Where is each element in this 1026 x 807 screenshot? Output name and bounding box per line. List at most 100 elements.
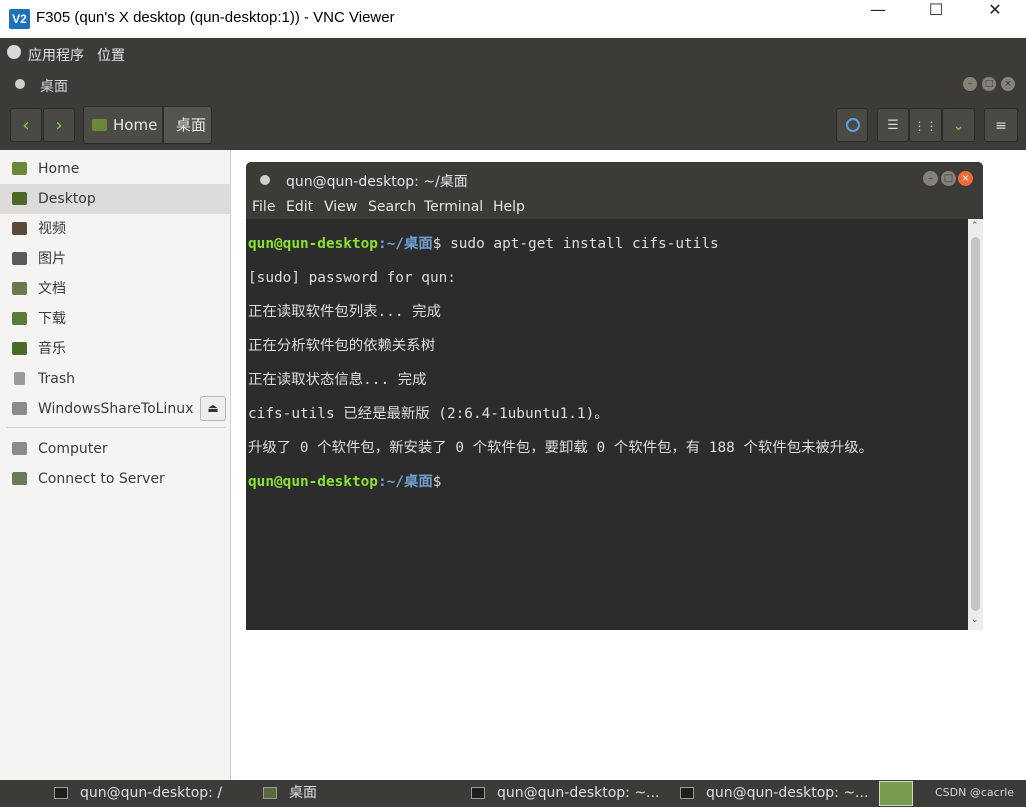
eject-button[interactable]: ⏏ (200, 396, 226, 421)
sidebar-item-label: WindowsShareToLinux (38, 401, 194, 417)
list-view-icon: ☰ (887, 118, 899, 133)
terminal-minimize-button[interactable]: – (923, 171, 938, 186)
music-icon (12, 342, 27, 355)
sidebar-item-pictures[interactable]: 图片 (0, 244, 230, 274)
sidebar-item-label: 文档 (38, 281, 66, 297)
forward-button[interactable]: › (43, 108, 75, 142)
command-text: sudo apt-get install cifs-utils (441, 236, 719, 252)
terminal-icon (54, 787, 68, 799)
task-label: 桌面 (289, 785, 317, 801)
prompt-user: qun@qun-desktop (248, 474, 378, 490)
terminal-window: qun@qun-desktop: ~/桌面 – □ × File Edit Vi… (246, 162, 983, 630)
documents-icon (12, 282, 27, 295)
pictures-icon (12, 252, 27, 265)
terminal-icon (471, 787, 485, 799)
sidebar-item-label: 音乐 (38, 341, 66, 357)
prompt-path: :~/桌面 (377, 474, 433, 490)
scroll-down-icon[interactable]: ⌄ (971, 615, 979, 625)
applications-menu[interactable]: 应用程序 (28, 45, 84, 65)
task-terminal-3[interactable]: qun@qun-desktop: ~... (680, 780, 870, 807)
output-line: 升级了 0 个软件包，新安装了 0 个软件包，要卸载 0 个软件包，有 188 … (248, 440, 873, 456)
grid-view-button[interactable]: ⋮⋮ (909, 108, 942, 142)
search-icon (846, 118, 860, 132)
scroll-up-icon[interactable]: ⌃ (971, 221, 979, 231)
fm-minimize-button[interactable]: – (963, 77, 977, 91)
sidebar-item-label: Computer (38, 441, 108, 457)
computer-icon (12, 442, 27, 455)
task-label: qun@qun-desktop: / (80, 785, 223, 801)
file-manager-title: 桌面 (40, 79, 68, 95)
sidebar-item-music[interactable]: 音乐 (0, 334, 230, 364)
window-title: F305 (qun's X desktop (qun-desktop:1)) -… (36, 9, 395, 26)
menu-view[interactable]: View (324, 199, 357, 215)
breadcrumb-home[interactable]: Home (83, 106, 163, 144)
vnc-logo-icon: V2 (9, 9, 30, 29)
task-file-manager[interactable]: 桌面 (263, 780, 453, 807)
terminal-window-menu-icon[interactable] (260, 175, 270, 185)
sidebar-item-home[interactable]: Home (0, 154, 230, 184)
chevron-down-icon: ⌄ (952, 118, 965, 134)
sidebar-item-documents[interactable]: 文档 (0, 274, 230, 304)
window-menu-icon[interactable] (15, 79, 25, 89)
fm-maximize-button[interactable]: □ (982, 77, 996, 91)
watermark: CSDN @cacrle (935, 786, 1015, 799)
prompt-line: qun@qun-desktop:~/桌面$ sudo apt-get insta… (248, 236, 968, 253)
sidebar-item-network-share[interactable]: WindowsShareToLinux (0, 394, 230, 424)
hamburger-menu-icon: ≡ (995, 118, 1007, 134)
sidebar-item-videos[interactable]: 视频 (0, 214, 230, 244)
menu-file[interactable]: File (252, 199, 275, 215)
task-terminal-2[interactable]: qun@qun-desktop: ~... (471, 780, 661, 807)
apps-menu-icon (7, 45, 21, 59)
back-button[interactable]: ‹ (10, 108, 42, 142)
maximize-button[interactable]: ☐ (913, 0, 959, 38)
sidebar-item-desktop[interactable]: Desktop (0, 184, 230, 214)
terminal-output[interactable]: qun@qun-desktop:~/桌面$ sudo apt-get insta… (246, 219, 968, 630)
sidebar-item-connect-server[interactable]: Connect to Server (0, 464, 230, 494)
breadcrumb-current[interactable]: 桌面 (163, 106, 212, 144)
grid-view-icon: ⋮⋮ (913, 119, 938, 133)
video-icon (12, 222, 27, 235)
sidebar-item-label: Desktop (38, 191, 96, 207)
sidebar-divider (6, 427, 226, 428)
terminal-icon (680, 787, 694, 799)
workspace-switcher[interactable] (879, 781, 913, 806)
prompt-user: qun@qun-desktop (248, 236, 378, 252)
sidebar-item-label: Connect to Server (38, 471, 165, 487)
menu-terminal[interactable]: Terminal (424, 199, 483, 215)
home-folder-icon (92, 119, 107, 131)
sidebar-item-label: 图片 (38, 251, 66, 267)
task-terminal-root[interactable]: qun@qun-desktop: / (54, 780, 244, 807)
breadcrumb-home-label: Home (113, 116, 158, 134)
close-button[interactable]: ✕ (972, 0, 1018, 38)
view-options-button[interactable]: ⌄ (942, 108, 975, 142)
sidebar-item-downloads[interactable]: 下载 (0, 304, 230, 334)
terminal-close-button[interactable]: × (958, 171, 973, 186)
fm-close-button[interactable]: × (1001, 77, 1015, 91)
menu-edit[interactable]: Edit (286, 199, 313, 215)
output-line: [sudo] password for qun: (248, 270, 456, 286)
sidebar-item-label: 下载 (38, 311, 66, 327)
sidebar-item-computer[interactable]: Computer (0, 434, 230, 464)
drive-icon (12, 402, 27, 415)
output-line: 正在分析软件包的依赖关系树 (248, 338, 436, 354)
download-icon (12, 312, 27, 325)
prompt-path: :~/桌面 (377, 236, 433, 252)
search-button[interactable] (836, 108, 868, 142)
app-menu-button[interactable]: ≡ (984, 108, 1018, 142)
top-panel (0, 38, 1026, 68)
minimize-button[interactable]: — (855, 0, 901, 38)
menu-help[interactable]: Help (493, 199, 525, 215)
task-label: qun@qun-desktop: ~... (706, 785, 869, 801)
connect-server-icon (12, 472, 27, 485)
terminal-title: qun@qun-desktop: ~/桌面 (286, 174, 468, 190)
task-label: qun@qun-desktop: ~... (497, 785, 660, 801)
list-view-button[interactable]: ☰ (877, 108, 909, 142)
menu-search[interactable]: Search (368, 199, 416, 215)
terminal-maximize-button[interactable]: □ (941, 171, 956, 186)
breadcrumb-current-label: 桌面 (176, 116, 207, 134)
sidebar-item-trash[interactable]: Trash (0, 364, 230, 394)
places-menu[interactable]: 位置 (97, 45, 125, 65)
terminal-scrollbar[interactable]: ⌃ ⌄ (968, 219, 983, 630)
scrollbar-thumb[interactable] (971, 237, 980, 611)
trash-icon (14, 372, 25, 385)
